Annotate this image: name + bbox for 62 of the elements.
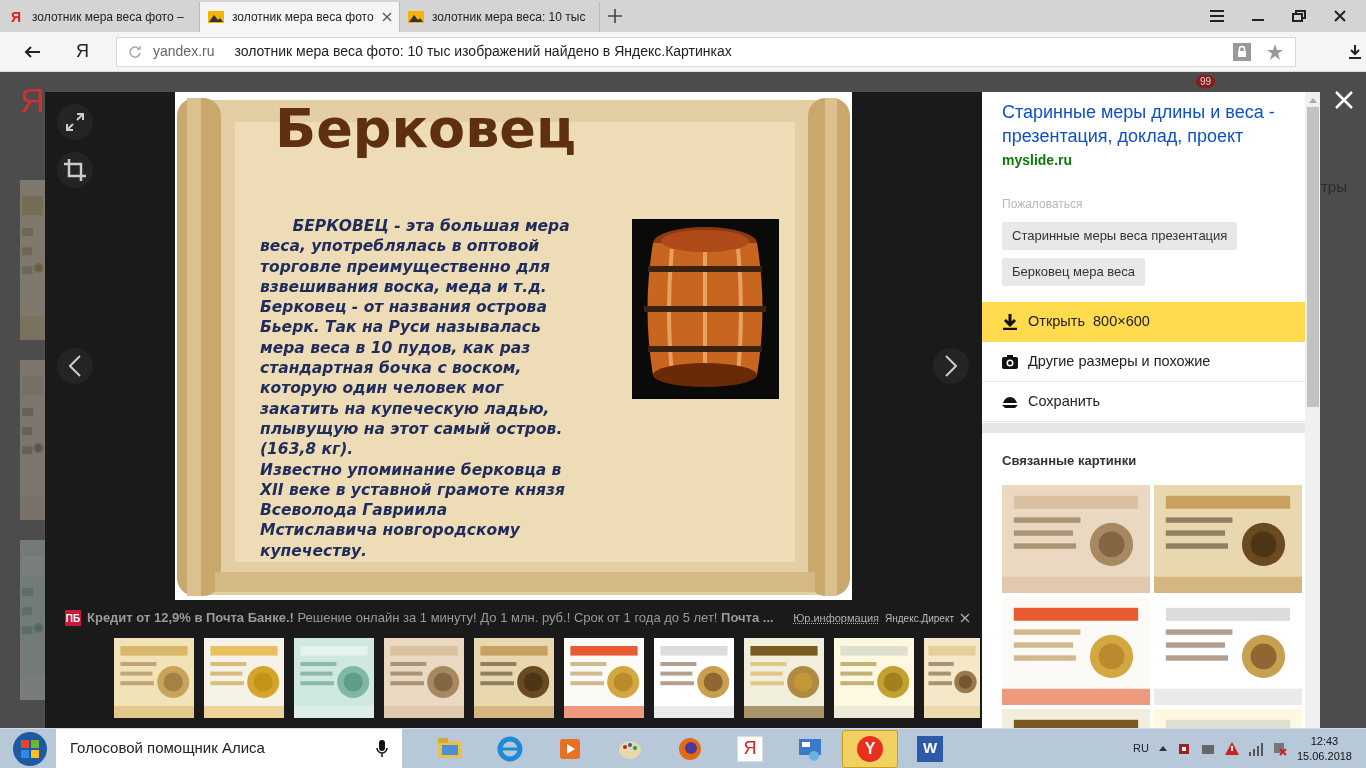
legal-info-link[interactable]: Юр.информация bbox=[793, 611, 880, 625]
notification-badge: 99 bbox=[1196, 75, 1216, 88]
new-tab-icon[interactable] bbox=[608, 9, 622, 23]
action-button[interactable]: Открыть 800×600 bbox=[982, 302, 1305, 342]
download-icon bbox=[1002, 314, 1018, 330]
image-icon bbox=[408, 11, 424, 23]
next-button[interactable] bbox=[933, 348, 969, 384]
previous-button[interactable] bbox=[57, 348, 93, 384]
slide-paragraph: БЕРКОВЕЦ - эта большая мера веса, употреблялась в оптовой торговле преимущественно для взвешивания воска, меда и т.д. Берковец - от названия острова Бьерк. Так на Руси называлась мера веса в 10 пудов, как раз стандартная бочка с воском, которую один человек мог закатить на купеческую ладью, плывущую на этот самый остров. (163,8 кг). bbox=[260, 216, 570, 460]
tab-title: золотник мера веса: 10 тыс bbox=[432, 9, 586, 26]
language-indicator[interactable]: RU bbox=[1133, 740, 1149, 757]
tag-button[interactable]: Берковец мера веса bbox=[1002, 258, 1146, 286]
slide-paragraph: Известно упоминание берковца в XII веке в уставной грамоте князя Всеволода Гавриила Мстиславича новгородскому купечеству. bbox=[260, 459, 566, 562]
taskbar-app-button[interactable]: Y bbox=[842, 729, 898, 768]
chevron-left-icon bbox=[69, 355, 81, 377]
close-icon[interactable] bbox=[381, 12, 392, 22]
search-field[interactable]: Голосовой помощник Алиса bbox=[56, 728, 402, 768]
back-icon[interactable] bbox=[24, 45, 40, 58]
start-button[interactable] bbox=[12, 730, 48, 767]
result-title-link[interactable]: Старинные меры длины и веса - презентация, доклад, проект bbox=[1002, 100, 1285, 148]
page-title: золотник мера веса фото: 10 тыс изображений найдено в Яндекс.Картинках bbox=[234, 42, 732, 61]
tab-title: золотник мера веса фото bbox=[232, 9, 374, 26]
crop-button[interactable] bbox=[57, 152, 93, 188]
crop-icon bbox=[64, 159, 86, 181]
show-hidden-icons-icon[interactable] bbox=[1158, 746, 1167, 751]
close-icon[interactable] bbox=[960, 613, 970, 623]
bookmark-star-icon[interactable] bbox=[1267, 43, 1283, 60]
ad-source: Яндекс.Директ bbox=[885, 611, 954, 626]
taskbar-app-button[interactable]: W bbox=[902, 729, 958, 768]
taskbar-app-button[interactable]: Я bbox=[722, 729, 778, 768]
camera-search-icon bbox=[1002, 353, 1018, 370]
download-icon[interactable] bbox=[1348, 44, 1362, 59]
slide-title: Берковец bbox=[275, 96, 576, 162]
fullscreen-button[interactable] bbox=[57, 104, 93, 140]
section-heading: Связанные картинки bbox=[1001, 452, 1138, 470]
expand-icon bbox=[65, 112, 85, 132]
home-button[interactable]: Я bbox=[76, 38, 96, 65]
scrollbar[interactable] bbox=[1305, 92, 1320, 728]
site-link[interactable]: myslide.ru bbox=[1002, 150, 1073, 171]
lock-icon[interactable] bbox=[1233, 42, 1251, 61]
tag-button[interactable]: Старинные меры веса презентация bbox=[1002, 222, 1238, 250]
shield-icon[interactable] bbox=[1176, 741, 1191, 756]
signal-icon[interactable] bbox=[1248, 741, 1263, 756]
logo: Я bbox=[20, 80, 45, 120]
muted-speaker-icon[interactable] bbox=[1272, 741, 1287, 756]
close-icon[interactable] bbox=[1334, 10, 1346, 22]
ad-text: Кредит от 12,9% в Почта Банке.! Решение онлайн за 1 минуту! До 1 млн. руб.! Срок от 1 года до 5 лет! Почта ... bbox=[87, 609, 774, 627]
restore-icon[interactable] bbox=[1292, 10, 1306, 22]
bank-logo: ПБ bbox=[65, 610, 81, 626]
address-field[interactable]: yandex.ru золотник мера веса фото: 10 тыс изображений найдено в Яндекс.Картинках bbox=[116, 36, 1296, 67]
tab-title: золотник мера веса фото – bbox=[32, 9, 184, 26]
reload-icon[interactable] bbox=[129, 45, 141, 58]
menu-icon[interactable] bbox=[1210, 10, 1224, 22]
warning-icon[interactable] bbox=[1224, 741, 1239, 756]
clock[interactable]: 12:43 15.06.2018 bbox=[1296, 733, 1352, 764]
scrollbar-thumb[interactable] bbox=[1306, 107, 1319, 407]
microphone-icon bbox=[376, 739, 388, 758]
image-icon bbox=[208, 11, 224, 23]
browser-tab[interactable]: золотник мера веса фото bbox=[200, 2, 400, 32]
favicon: Я bbox=[9, 7, 23, 27]
chevron-right-icon bbox=[945, 355, 957, 377]
domain-text: yandex.ru bbox=[153, 42, 215, 61]
